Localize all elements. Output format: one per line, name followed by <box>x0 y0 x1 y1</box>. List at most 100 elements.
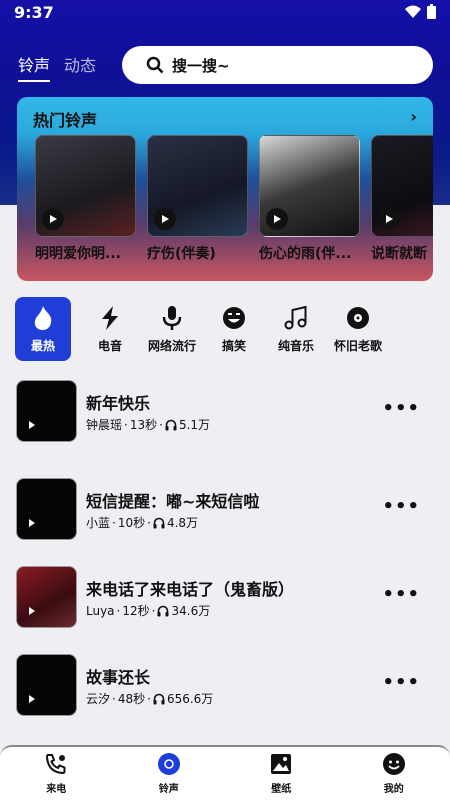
hot-cards: 明明爱你明... 疗伤(伴奏) 伤心的雨(伴... 说断就断 <box>35 135 433 263</box>
category-oldies[interactable]: 怀旧老歌 <box>327 297 389 361</box>
search-placeholder: 搜一搜~ <box>172 56 230 75</box>
hot-card-thumb <box>147 135 248 237</box>
song-plays: 5.1万 <box>178 418 211 432</box>
status-time: 9:37 <box>14 3 54 22</box>
song-title: 故事还长 <box>86 668 151 687</box>
song-artwork <box>16 380 77 442</box>
song-duration: 13秒 <box>129 418 158 432</box>
song-meta: 小蓝 · 10秒 · 4.8万 <box>86 515 199 531</box>
song-plays: 34.6万 <box>171 604 211 618</box>
song-duration: 48秒 <box>117 692 146 706</box>
more-options-icon[interactable]: ••• <box>382 584 420 605</box>
nav-label: 来电 <box>46 784 67 795</box>
play-icon[interactable] <box>266 208 288 230</box>
phone-icon <box>46 754 66 775</box>
song-artist: 云汐 <box>86 692 111 706</box>
hot-card-title: 明明爱你明... <box>35 246 121 262</box>
song-plays: 656.6万 <box>166 692 214 706</box>
hot-card[interactable]: 明明爱你明... <box>35 135 136 263</box>
status-icons <box>405 4 436 19</box>
song-artwork <box>16 478 77 540</box>
nav-label: 壁纸 <box>271 784 292 795</box>
bottom-nav: 来电 铃声 壁纸 我的 <box>0 745 450 800</box>
search-icon <box>146 56 164 74</box>
category-label: 怀旧老歌 <box>333 338 382 353</box>
song-item[interactable]: 短信提醒：嘟~来短信啦 小蓝 · 10秒 · 4.8万 ••• <box>16 478 436 540</box>
tab-ringtone[interactable]: 铃声 <box>18 52 51 82</box>
more-options-icon[interactable]: ••• <box>382 398 420 419</box>
song-duration: 10秒 <box>117 516 146 530</box>
category-label: 网络流行 <box>147 338 196 353</box>
play-icon[interactable] <box>29 421 35 429</box>
category-funny[interactable]: 搞笑 <box>203 297 265 361</box>
laugh-face-icon <box>222 305 246 331</box>
vinyl-record-icon <box>346 305 370 331</box>
song-meta: 钟晨瑶 · 13秒 · 5.1万 <box>86 417 211 433</box>
song-duration: 12秒 <box>122 604 150 618</box>
play-icon[interactable] <box>378 208 400 230</box>
nav-wallpaper[interactable]: 壁纸 <box>225 747 338 800</box>
hot-card[interactable]: 伤心的雨(伴... <box>259 135 360 263</box>
image-icon <box>271 754 292 774</box>
song-artwork <box>16 566 77 628</box>
song-item[interactable]: 故事还长 云汐 · 48秒 · 656.6万 ••• <box>16 654 436 716</box>
song-title: 新年快乐 <box>86 394 151 413</box>
play-icon[interactable] <box>29 519 35 527</box>
headphones-icon <box>157 605 169 616</box>
tab-dynamic[interactable]: 动态 <box>64 52 96 82</box>
chevron-right-icon[interactable]: › <box>410 107 417 126</box>
hot-card-title: 疗伤(伴奏) <box>147 246 216 262</box>
more-options-icon[interactable]: ••• <box>382 672 420 693</box>
song-artist: Luya <box>86 603 115 618</box>
headphones-icon <box>153 693 165 704</box>
hot-card-title: 说断就断 <box>371 246 427 262</box>
hot-card[interactable]: 说断就断 <box>371 135 433 263</box>
nav-label: 我的 <box>383 784 404 795</box>
song-artist: 钟晨瑶 <box>86 418 123 432</box>
nav-ringtone[interactable]: 铃声 <box>113 747 226 800</box>
song-item[interactable]: 新年快乐 钟晨瑶 · 13秒 · 5.1万 ••• <box>16 380 436 442</box>
battery-icon <box>427 4 436 19</box>
category-pure-music[interactable]: 纯音乐 <box>265 297 327 361</box>
lightning-icon <box>99 305 121 331</box>
headphones-icon <box>165 419 177 430</box>
song-plays: 4.8万 <box>166 516 199 530</box>
play-icon[interactable] <box>29 607 35 615</box>
hot-card-thumb <box>371 135 433 237</box>
search-input[interactable]: 搜一搜~ <box>122 46 433 84</box>
ringtone-disc-icon <box>157 753 180 775</box>
category-hottest[interactable]: 最热 <box>15 297 71 361</box>
headphones-icon <box>153 517 165 528</box>
more-options-icon[interactable]: ••• <box>382 496 420 517</box>
profile-face-icon <box>382 753 405 775</box>
nav-incoming-call[interactable]: 来电 <box>0 747 113 800</box>
hot-card-title: 伤心的雨(伴... <box>259 246 352 262</box>
play-icon[interactable] <box>154 208 176 230</box>
hot-card-thumb <box>35 135 136 237</box>
hot-title: 热门铃声 <box>33 111 98 130</box>
song-meta: 云汐 · 48秒 · 656.6万 <box>86 691 214 707</box>
hot-card[interactable]: 疗伤(伴奏) <box>147 135 248 263</box>
nav-profile[interactable]: 我的 <box>338 747 450 800</box>
play-icon[interactable] <box>29 695 35 703</box>
microphone-icon <box>161 305 183 331</box>
song-artwork <box>16 654 77 716</box>
song-item[interactable]: 来电话了来电话了（鬼畜版） Luya · 12秒 · 34.6万 ••• <box>16 566 436 628</box>
music-notes-icon <box>283 305 309 331</box>
category-label: 最热 <box>30 338 55 353</box>
status-bar: 9:37 <box>0 0 450 26</box>
flame-icon <box>31 305 55 331</box>
hot-ringtones-panel: 热门铃声 › 明明爱你明... 疗伤(伴奏) 伤心的雨(伴... 说断就断 <box>17 97 433 281</box>
category-electronic[interactable]: 电音 <box>79 297 141 361</box>
category-label: 纯音乐 <box>277 338 314 353</box>
category-bar: 最热 电音 网络流行 搞笑 纯音乐 怀旧老歌 <box>15 297 435 361</box>
song-title: 来电话了来电话了（鬼畜版） <box>86 580 295 599</box>
category-label: 搞笑 <box>221 338 246 353</box>
hot-card-thumb <box>259 135 360 237</box>
category-label: 电音 <box>97 338 122 353</box>
play-icon[interactable] <box>42 208 64 230</box>
song-artist: 小蓝 <box>86 516 111 530</box>
song-title: 短信提醒：嘟~来短信啦 <box>86 492 260 511</box>
category-internet-pop[interactable]: 网络流行 <box>141 297 203 361</box>
nav-label: 铃声 <box>158 784 179 795</box>
